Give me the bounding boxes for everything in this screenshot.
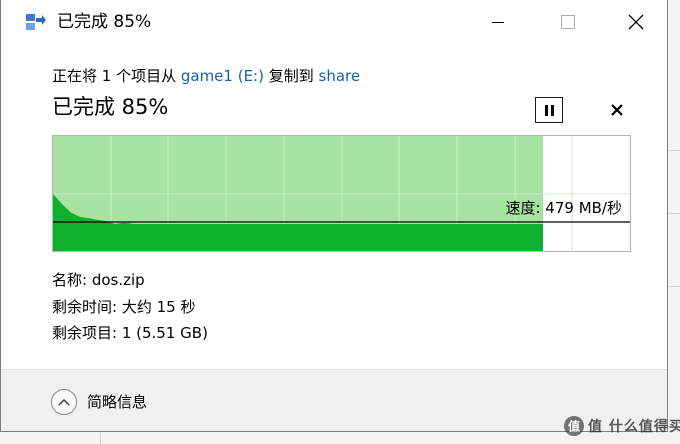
detail-time-remaining: 剩余时间: 大约 15 秒 (52, 297, 195, 317)
copy-description: 正在将 1 个项目从 game1 (E:) 复制到 share (52, 66, 360, 86)
watermark-logo: 值 (564, 416, 584, 436)
collapse-details-label[interactable]: 简略信息 (87, 392, 147, 412)
pause-button[interactable] (535, 97, 563, 123)
svg-text:值: 值 (568, 419, 580, 434)
title-bar[interactable]: 已完成 85% (1, 0, 667, 44)
close-icon (628, 14, 644, 30)
cancel-button[interactable] (605, 98, 629, 122)
copy-prefix: 正在将 1 个项目从 (52, 67, 181, 85)
destination-link[interactable]: share (319, 67, 361, 85)
time-label: 剩余时间: (52, 298, 122, 316)
time-value: 大约 15 秒 (121, 298, 196, 316)
items-label: 剩余项目: (52, 324, 122, 342)
copy-arrow-icon (26, 14, 46, 30)
watermark-text: 值 什么值得买 (588, 419, 680, 435)
collapse-details-button[interactable] (51, 389, 77, 415)
copy-middle: 复制到 (263, 67, 319, 85)
name-label: 名称: (52, 271, 92, 289)
minimize-icon (492, 22, 504, 23)
chevron-up-icon (58, 399, 70, 406)
minimize-button[interactable] (475, 0, 521, 44)
progress-heading: 已完成 85% (52, 95, 169, 119)
close-icon (611, 104, 623, 116)
detail-name: 名称: dos.zip (52, 270, 145, 290)
close-window-button[interactable] (613, 0, 659, 44)
speed-graph: 速度: 479 MB/秒 (52, 135, 631, 252)
speed-label: 速度: 479 MB/秒 (505, 199, 622, 217)
maximize-icon (561, 15, 575, 29)
window-title: 已完成 85% (57, 12, 152, 32)
items-value: 1 (5.51 GB) (121, 324, 208, 342)
source-link[interactable]: game1 (E:) (181, 67, 264, 85)
detail-items-remaining: 剩余项目: 1 (5.51 GB) (52, 323, 208, 343)
pause-icon (544, 104, 554, 116)
copy-progress-dialog: 已完成 85% 正在将 1 个项目从 game1 (E:) 复制到 share … (0, 0, 668, 432)
speed-graph-svg (53, 136, 630, 251)
maximize-button[interactable] (545, 0, 591, 44)
background-window-edge (668, 0, 680, 444)
name-value: dos.zip (91, 271, 145, 289)
